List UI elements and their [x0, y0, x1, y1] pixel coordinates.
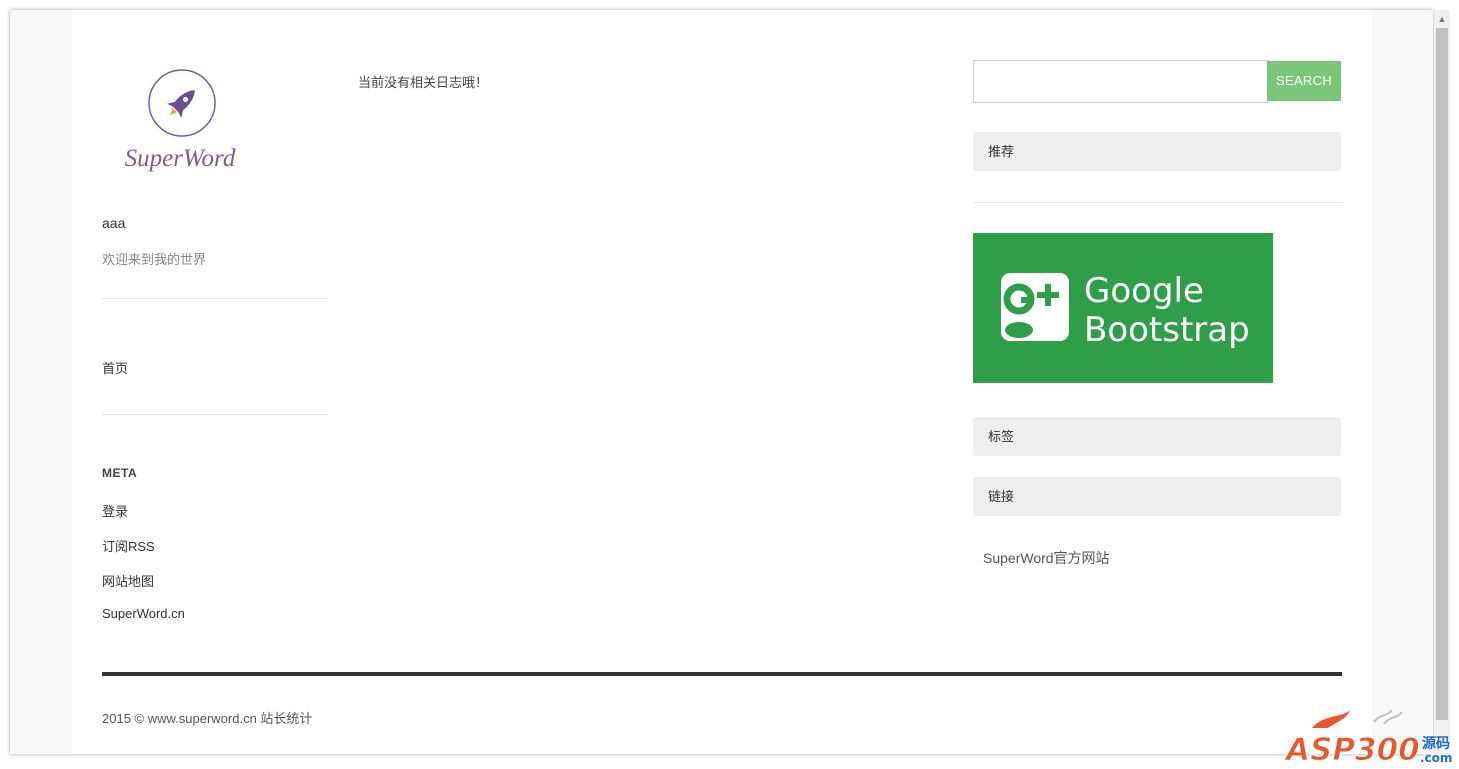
login-link[interactable]: 登录	[102, 501, 128, 520]
footer-copyright: 2015 © www.superword.cn 站长统计	[102, 711, 313, 726]
svg-text:Bootstrap: Bootstrap	[1084, 310, 1250, 350]
svg-text:.com: .com	[1420, 751, 1452, 764]
site-title[interactable]: aaa	[102, 215, 125, 231]
widget-tags-header: 标签	[973, 417, 1341, 456]
site-logo[interactable]: SuperWord	[102, 68, 252, 186]
search-input[interactable]	[973, 60, 1270, 103]
footer-rule	[102, 672, 1342, 676]
svg-text:SuperWord: SuperWord	[125, 145, 236, 172]
vertical-scrollbar[interactable]: ▲	[1434, 10, 1450, 754]
empty-posts-message: 当前没有相关日志哦！	[358, 75, 489, 90]
nav-home-link[interactable]: 首页	[102, 358, 128, 377]
scroll-up-arrow-icon[interactable]: ▲	[1434, 10, 1450, 26]
asp300-watermark: ASP300 源码 .com	[1283, 708, 1454, 769]
page-container: SuperWord aaa 欢迎来到我的世界 首页 META 登录 订阅RSS …	[72, 10, 1372, 754]
widget-recommend-header: 推荐	[973, 132, 1341, 171]
rocket-icon	[167, 90, 195, 118]
scroll-thumb[interactable]	[1436, 28, 1448, 720]
divider	[102, 298, 328, 299]
superword-site-link[interactable]: SuperWord.cn	[102, 606, 185, 621]
meta-heading: META	[102, 466, 138, 480]
sitemap-link[interactable]: 网站地图	[102, 571, 154, 590]
google-bootstrap-banner[interactable]: Google Bootstrap	[973, 233, 1273, 383]
svg-text:Google: Google	[1084, 271, 1204, 311]
svg-text:ASP300: ASP300	[1284, 732, 1420, 764]
google-plus-icon	[1001, 273, 1069, 341]
site-description: 欢迎来到我的世界	[102, 252, 207, 267]
svg-text:源码: 源码	[1422, 735, 1450, 752]
rss-link[interactable]: 订阅RSS	[102, 536, 155, 555]
superword-official-link[interactable]: SuperWord官方网站	[983, 548, 1110, 568]
divider	[973, 202, 1343, 203]
search-button[interactable]: SEARCH	[1267, 61, 1341, 101]
divider	[102, 414, 328, 415]
widget-links-header: 链接	[973, 477, 1341, 516]
